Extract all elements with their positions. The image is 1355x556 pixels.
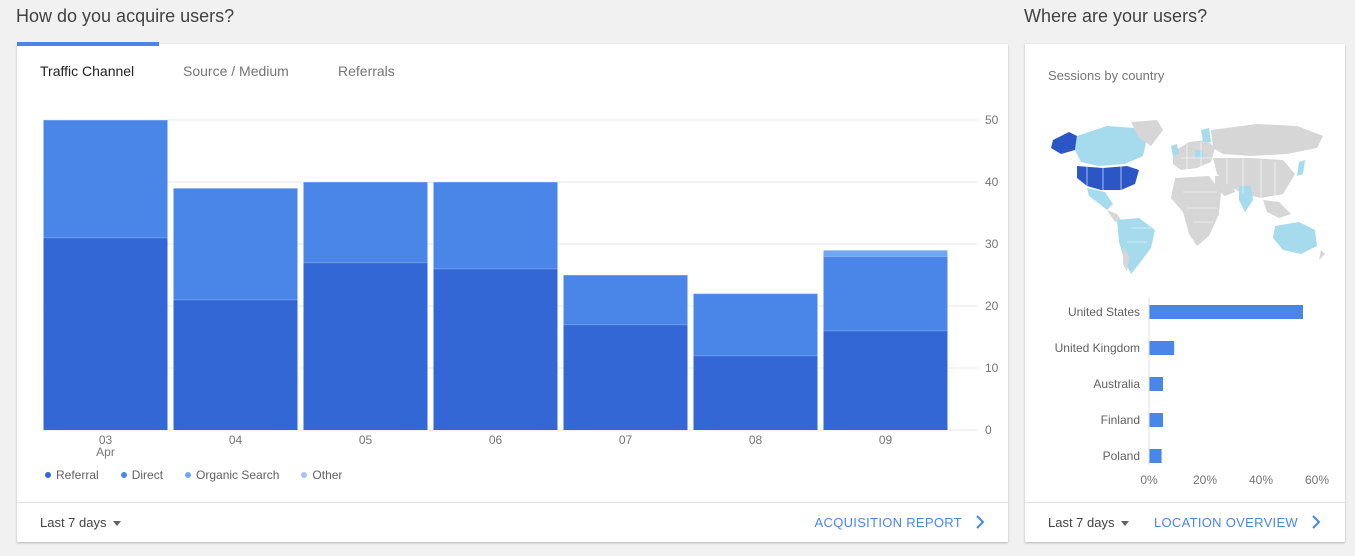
map-region-united-states[interactable] (1077, 166, 1139, 190)
bar-segment-referral (693, 355, 818, 430)
map-region-russia[interactable] (1211, 124, 1323, 156)
legend-swatch (301, 472, 308, 478)
legend-item-referral[interactable]: Referral (45, 468, 99, 482)
map-region-south-america[interactable] (1117, 218, 1155, 274)
location-section-title: Where are your users? (1024, 6, 1208, 26)
bar-segment-direct (563, 275, 688, 325)
world-map (1051, 120, 1325, 274)
bar-segment-referral (563, 324, 688, 430)
y-tick-label: 0 (985, 423, 992, 437)
country-label: Finland (1101, 413, 1140, 427)
country-label: Poland (1103, 449, 1140, 463)
legend-item-direct[interactable]: Direct (120, 468, 164, 482)
country-label: United Kingdom (1055, 341, 1140, 355)
location-card: Sessions by country United States United… (1025, 44, 1345, 542)
country-label: United States (1068, 305, 1140, 319)
y-tick-label: 50 (985, 113, 999, 127)
bar-segment-referral (173, 299, 298, 430)
legend-item-other[interactable]: Other (301, 468, 342, 482)
x-tick-label: 08 (749, 433, 763, 447)
country-bar-chart: United States United Kingdom Australia Finl… (1055, 298, 1329, 484)
country-bar (1149, 341, 1175, 355)
x-tick-label: 60% (1305, 473, 1329, 484)
map-region-africa[interactable] (1171, 176, 1221, 246)
bar-segment-direct (433, 182, 558, 269)
acquisition-card: Traffic Channel Source / Medium Referral… (17, 42, 1008, 542)
chevron-right-icon[interactable] (1308, 513, 1324, 531)
map-region-alaska[interactable] (1051, 132, 1077, 154)
legend-swatch (45, 472, 51, 478)
x-tick-label: 20% (1193, 473, 1217, 484)
bar-segment-organic-search (823, 250, 948, 257)
map-region-europe[interactable] (1173, 140, 1215, 170)
location-card-footer: Last 7 days LOCATION OVERVIEW (1025, 502, 1345, 542)
map-region-australia[interactable] (1273, 222, 1317, 254)
x-tick-label: 06 (489, 433, 503, 447)
country-bar (1149, 377, 1163, 391)
date-range-dropdown[interactable]: Last 7 days (40, 515, 121, 530)
location-overview-link[interactable]: LOCATION OVERVIEW (1154, 515, 1298, 530)
map-region-poland[interactable] (1195, 150, 1203, 158)
bar-segment-direct (693, 293, 818, 356)
y-tick-label: 10 (985, 361, 999, 375)
y-tick-label: 30 (985, 237, 999, 251)
chart-legend: Referral Direct Organic Search Other (45, 468, 342, 482)
traffic-channel-chart: 0102030405003Apr04 05 06 07 08 09 (43, 113, 999, 459)
x-tick-label: Apr (96, 445, 115, 459)
caret-down-icon (112, 521, 121, 527)
map-region-new-zealand[interactable] (1319, 250, 1325, 260)
caret-down-icon (1120, 521, 1129, 527)
bar-segment-direct (43, 120, 168, 238)
country-label: Australia (1093, 377, 1140, 391)
country-bar (1149, 413, 1163, 427)
acquisition-card-footer: Last 7 days ACQUISITION REPORT (17, 502, 1008, 542)
x-tick-label: 07 (619, 433, 633, 447)
date-range-label: Last 7 days (40, 515, 107, 530)
map-region-southeast-asia[interactable] (1263, 200, 1291, 218)
map-region-united-kingdom[interactable] (1171, 144, 1179, 156)
bar-segment-referral (43, 237, 168, 430)
date-range-label: Last 7 days (1048, 515, 1115, 530)
country-bar (1149, 449, 1162, 463)
bar-segment-referral (433, 268, 558, 430)
legend-swatch (120, 472, 127, 478)
x-tick-label: 40% (1249, 473, 1273, 484)
legend-label: Direct (131, 468, 164, 482)
bar-segment-direct (173, 188, 298, 300)
y-tick-label: 40 (985, 175, 999, 189)
legend-item-organic-search[interactable]: Organic Search (185, 468, 279, 482)
map-region-mexico[interactable] (1087, 188, 1113, 210)
map-region-india[interactable] (1239, 186, 1253, 212)
bar-segment-referral (823, 330, 948, 430)
map-region-japan[interactable] (1297, 160, 1305, 176)
x-tick-label: 05 (359, 433, 373, 447)
legend-label: Referral (56, 468, 99, 482)
country-bar (1149, 305, 1303, 319)
acquisition-section-title: How do you acquire users? (16, 6, 235, 26)
legend-label: Organic Search (196, 468, 280, 482)
x-tick-label: 04 (229, 433, 243, 447)
bar-segment-direct (303, 182, 428, 263)
acquisition-report-link[interactable]: ACQUISITION REPORT (815, 515, 962, 530)
map-region-finland[interactable] (1201, 128, 1211, 142)
date-range-dropdown[interactable]: Last 7 days (1048, 515, 1129, 530)
legend-swatch (185, 472, 192, 478)
bar-segment-referral (303, 262, 428, 430)
sessions-by-country-title: Sessions by country (1048, 68, 1165, 83)
chevron-right-icon[interactable] (972, 513, 988, 531)
x-tick-label: 0% (1140, 473, 1158, 484)
y-tick-label: 20 (985, 299, 999, 313)
x-tick-label: 09 (879, 433, 893, 447)
legend-label: Other (312, 468, 343, 482)
bar-segment-direct (823, 256, 948, 331)
